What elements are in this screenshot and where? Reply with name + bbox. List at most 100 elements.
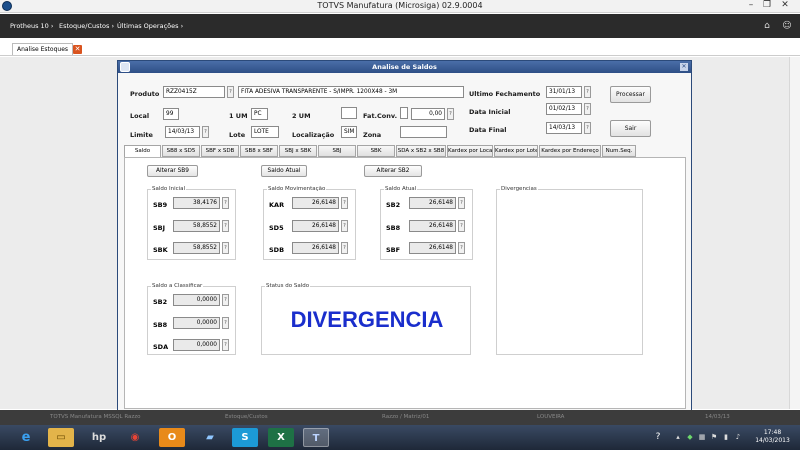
alterar-sb9-button[interactable]: Alterar SB9 bbox=[147, 165, 198, 177]
tray-flag-icon[interactable]: ⚑ bbox=[710, 433, 718, 441]
um2-label: 2 UM bbox=[292, 112, 311, 120]
processar-button[interactable]: Processar bbox=[610, 86, 651, 103]
file-explorer-icon[interactable]: ▭ bbox=[48, 428, 74, 447]
fatconv-field[interactable]: 0,00 bbox=[411, 108, 445, 120]
menu-item-protheus[interactable]: Protheus 10 › bbox=[10, 22, 54, 30]
saldo-mov-kar-field[interactable]: 26,6148 bbox=[292, 197, 339, 209]
hp-icon[interactable]: hp bbox=[86, 428, 112, 447]
fatconv-flag-field[interactable] bbox=[400, 107, 408, 119]
tray-chevron-icon[interactable]: ▴ bbox=[674, 433, 682, 441]
menu-item-estoque-custos[interactable]: Estoque/Custos › bbox=[59, 22, 114, 30]
saldo-inicial-sbj-lookup[interactable]: ? bbox=[222, 220, 229, 232]
saldo-atual-sb2-field[interactable]: 26,6148 bbox=[409, 197, 456, 209]
saldo-movimentacao-title: Saldo Movimentação bbox=[267, 186, 327, 192]
saldo-inicial-sbk-lookup[interactable]: ? bbox=[222, 242, 229, 254]
tab-sb8-sd5[interactable]: SB8 x SD5 bbox=[162, 145, 200, 157]
saldo-atual-sb8-lookup[interactable]: ? bbox=[458, 220, 465, 232]
saldo-atual-sbf-lookup[interactable]: ? bbox=[458, 242, 465, 254]
remote-desktop-icon[interactable]: ▰ bbox=[197, 428, 223, 447]
saldo-atual-sb2-lookup[interactable]: ? bbox=[458, 197, 465, 209]
close-window-button[interactable]: ✕ bbox=[778, 0, 792, 12]
totvs-app-icon[interactable]: T bbox=[303, 428, 329, 447]
saldo-mov-sdb-lookup[interactable]: ? bbox=[341, 242, 348, 254]
zona-field[interactable] bbox=[400, 126, 447, 138]
home-icon[interactable]: ⌂ bbox=[761, 20, 773, 32]
produto-description-field[interactable]: FITA ADESIVA TRANSPARENTE - S/IMPR. 1200… bbox=[238, 86, 464, 98]
saldo-atual-sbf-field[interactable]: 26,6148 bbox=[409, 242, 456, 254]
tab-num-seq[interactable]: Num.Seq. bbox=[602, 145, 636, 157]
menu-item-ultimas-operacoes[interactable]: Últimas Operações › bbox=[117, 22, 183, 30]
um2-field[interactable] bbox=[341, 107, 357, 119]
um1-field[interactable]: PC bbox=[251, 108, 268, 120]
saldo-class-sb2-field[interactable]: 0,0000 bbox=[173, 294, 220, 306]
tab-sbk[interactable]: SBK bbox=[357, 145, 395, 157]
zona-label: Zona bbox=[363, 131, 382, 139]
saldo-mov-kar-lookup[interactable]: ? bbox=[341, 197, 348, 209]
fatconv-lookup-button[interactable]: ? bbox=[447, 108, 454, 120]
tab-sbj-sbk[interactable]: SBJ x SBK bbox=[279, 145, 317, 157]
system-clock[interactable]: 17:48 14/03/2013 bbox=[750, 429, 795, 445]
data-final-lookup-button[interactable]: ? bbox=[584, 122, 591, 134]
tray-battery-icon[interactable]: ▮ bbox=[722, 433, 730, 441]
sair-button[interactable]: Sair bbox=[610, 120, 651, 137]
tab-kardex-local[interactable]: Kardex por Local bbox=[447, 145, 493, 157]
chrome-icon[interactable]: ◉ bbox=[122, 428, 148, 447]
minimize-button[interactable]: – bbox=[744, 0, 758, 12]
close-tab-icon[interactable]: ✕ bbox=[73, 45, 82, 54]
tray-volume-icon[interactable]: ♪ bbox=[734, 433, 742, 441]
tab-sb8-sbf[interactable]: SB8 x SBF bbox=[240, 145, 278, 157]
skype-icon[interactable]: S bbox=[232, 428, 258, 447]
doc-tab-analise-estoques[interactable]: Analise Estoques bbox=[12, 43, 74, 55]
tab-kardex-endereco[interactable]: Kardex por Endereço bbox=[539, 145, 601, 157]
local-field[interactable]: 99 bbox=[163, 108, 179, 120]
saldo-atual-label-sb8: SB8 bbox=[386, 224, 401, 232]
limite-lookup-button[interactable]: ? bbox=[202, 126, 209, 138]
saldo-inicial-sbj-field[interactable]: 58,8552 bbox=[173, 220, 220, 232]
lote-label: Lote bbox=[229, 131, 246, 139]
tray-security-icon[interactable]: ◆ bbox=[686, 433, 694, 441]
data-final-field[interactable]: 14/03/13 bbox=[546, 122, 582, 134]
status-date: 14/03/13 bbox=[705, 414, 730, 420]
ultimo-fechamento-lookup-button[interactable]: ? bbox=[584, 86, 591, 98]
help-icon[interactable]: ? bbox=[654, 433, 662, 442]
outlook-icon[interactable]: O bbox=[159, 428, 185, 447]
saldo-mov-sdb-field[interactable]: 26,6148 bbox=[292, 242, 339, 254]
saldo-class-sda-lookup[interactable]: ? bbox=[222, 339, 229, 351]
tab-sda-sb2-sb8[interactable]: SDA x SB2 x SB8 bbox=[396, 145, 446, 157]
produto-code-field[interactable]: RZZ0415Z bbox=[163, 86, 225, 98]
limite-field[interactable]: 14/03/13 bbox=[165, 126, 200, 138]
saldo-class-sb8-field[interactable]: 0,0000 bbox=[173, 317, 220, 329]
data-final-label: Data Final bbox=[469, 126, 507, 134]
restore-button[interactable]: ❐ bbox=[760, 0, 774, 12]
ultimo-fechamento-field[interactable]: 31/01/13 bbox=[546, 86, 582, 98]
saldo-class-sb8-lookup[interactable]: ? bbox=[222, 317, 229, 329]
saldo-class-sb2-lookup[interactable]: ? bbox=[222, 294, 229, 306]
alterar-sb2-button[interactable]: Alterar SB2 bbox=[364, 165, 422, 177]
status-branch: LOUVEIRA bbox=[537, 414, 565, 420]
status-bar: TOTVS Manufatura MSSQL Razzo Estoque/Cus… bbox=[0, 410, 800, 425]
saldo-atual-sb8-field[interactable]: 26,6148 bbox=[409, 220, 456, 232]
saldo-inicial-sb9-field[interactable]: 38,4176 bbox=[173, 197, 220, 209]
analise-saldos-dialog: Analise de Saldos ✕ Produto RZZ0415Z ? F… bbox=[117, 60, 692, 412]
tab-sbj[interactable]: SBJ bbox=[318, 145, 356, 157]
localizacao-field[interactable]: SIM bbox=[341, 126, 357, 138]
saldo-inicial-sbk-field[interactable]: 58,8552 bbox=[173, 242, 220, 254]
saldo-mov-sd5-field[interactable]: 26,6148 bbox=[292, 220, 339, 232]
vertical-scrollbar[interactable] bbox=[789, 57, 800, 409]
data-inicial-lookup-button[interactable]: ? bbox=[584, 103, 591, 115]
dialog-close-button[interactable]: ✕ bbox=[680, 63, 688, 71]
tray-network-icon[interactable]: ▦ bbox=[698, 433, 706, 441]
people-icon[interactable]: ☺ bbox=[781, 20, 793, 32]
dialog-title: Analise de Saldos bbox=[118, 61, 691, 73]
produto-lookup-button[interactable]: ? bbox=[227, 86, 234, 98]
saldo-inicial-sb9-lookup[interactable]: ? bbox=[222, 197, 229, 209]
saldo-mov-sd5-lookup[interactable]: ? bbox=[341, 220, 348, 232]
saldo-class-sda-field[interactable]: 0,0000 bbox=[173, 339, 220, 351]
excel-icon[interactable]: X bbox=[268, 428, 294, 447]
internet-explorer-icon[interactable]: e bbox=[13, 428, 39, 447]
data-inicial-field[interactable]: 01/02/13 bbox=[546, 103, 582, 115]
lote-field[interactable]: LOTE bbox=[251, 126, 279, 138]
tab-kardex-lote[interactable]: Kardex por Lote bbox=[494, 145, 538, 157]
saldo-atual-button[interactable]: Saldo Atual bbox=[261, 165, 307, 177]
tab-sbf-sdb[interactable]: SBF x SDB bbox=[201, 145, 239, 157]
